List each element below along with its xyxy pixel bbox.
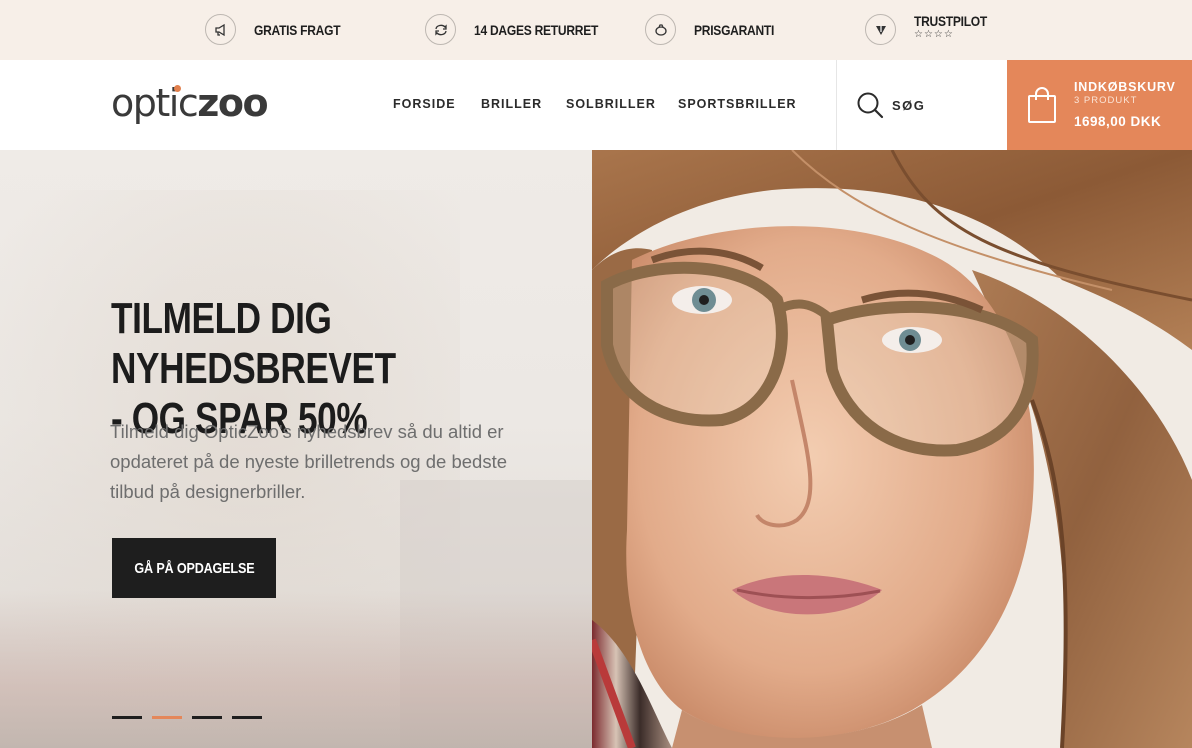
slider-dots bbox=[112, 716, 262, 719]
usp-label: TRUSTPILOT bbox=[914, 13, 988, 29]
logo-dot bbox=[174, 85, 181, 92]
search-button[interactable]: SØG bbox=[856, 91, 925, 119]
cart-total: 1698,00 DKK bbox=[1074, 114, 1162, 129]
header-divider bbox=[836, 60, 837, 150]
logo-part-zoo: zoo bbox=[197, 81, 268, 125]
usp-free-shipping: GRATIS FRAGT bbox=[205, 14, 354, 45]
usp-label: GRATIS FRAGT bbox=[254, 21, 341, 38]
site-header: opticzoo FORSIDE BRILLER SOLBRILLER SPOR… bbox=[0, 60, 1192, 150]
megaphone-icon bbox=[205, 14, 236, 45]
usp-returns: 14 DAGES RETURRET bbox=[425, 14, 618, 45]
search-icon bbox=[857, 92, 884, 119]
trustpilot-icon bbox=[865, 14, 896, 45]
rating-stars: ☆☆☆☆ bbox=[914, 29, 954, 40]
search-label: SØG bbox=[892, 97, 926, 113]
shopping-bag-icon bbox=[1028, 87, 1056, 123]
usp-label: PRISGARANTI bbox=[694, 21, 775, 38]
discover-button-label: GÅ PÅ OPDAGELSE bbox=[133, 559, 254, 577]
usp-trustpilot[interactable]: TRUSTPILOT ☆☆☆☆ bbox=[865, 13, 999, 45]
slider-dot-1[interactable] bbox=[112, 716, 142, 719]
nav-item-solbriller[interactable]: SOLBRILLER bbox=[566, 97, 656, 111]
cart-title: INDKØBSKURV bbox=[1074, 80, 1176, 94]
logo[interactable]: opticzoo bbox=[111, 80, 269, 126]
slider-dot-2[interactable] bbox=[152, 716, 182, 719]
slider-dot-3[interactable] bbox=[192, 716, 222, 719]
nav-item-sportsbriller[interactable]: SPORTSBRILLER bbox=[678, 97, 797, 111]
usp-bar: GRATIS FRAGT 14 DAGES RETURRET PRISGARAN… bbox=[0, 0, 1192, 60]
hero-title-line-1: TILMELD DIG NYHEDSBREVET bbox=[111, 294, 396, 393]
usp-price-guarantee: PRISGARANTI bbox=[645, 14, 787, 45]
cart-count: 3 PRODUKT bbox=[1074, 95, 1138, 106]
exchange-icon bbox=[425, 14, 456, 45]
nav-item-briller[interactable]: BRILLER bbox=[481, 97, 542, 111]
hero-model-image bbox=[592, 150, 1192, 748]
hero-description: Tilmeld dig OpticZoo's nyhedsbrev så du … bbox=[110, 421, 508, 502]
slider-dot-4[interactable] bbox=[232, 716, 262, 719]
nav-item-forside[interactable]: FORSIDE bbox=[393, 97, 456, 111]
hero-slider: TILMELD DIG NYHEDSBREVET - OG SPAR 50% T… bbox=[0, 150, 1192, 748]
logo-part-optic: optic bbox=[111, 81, 199, 125]
trustpilot-text: TRUSTPILOT ☆☆☆☆ bbox=[914, 13, 999, 40]
cart-button[interactable]: INDKØBSKURV 3 PRODUKT 1698,00 DKK bbox=[1007, 60, 1192, 150]
usp-label: 14 DAGES RETURRET bbox=[474, 21, 599, 38]
piggy-bank-icon bbox=[645, 14, 676, 45]
discover-button[interactable]: GÅ PÅ OPDAGELSE bbox=[112, 538, 276, 598]
